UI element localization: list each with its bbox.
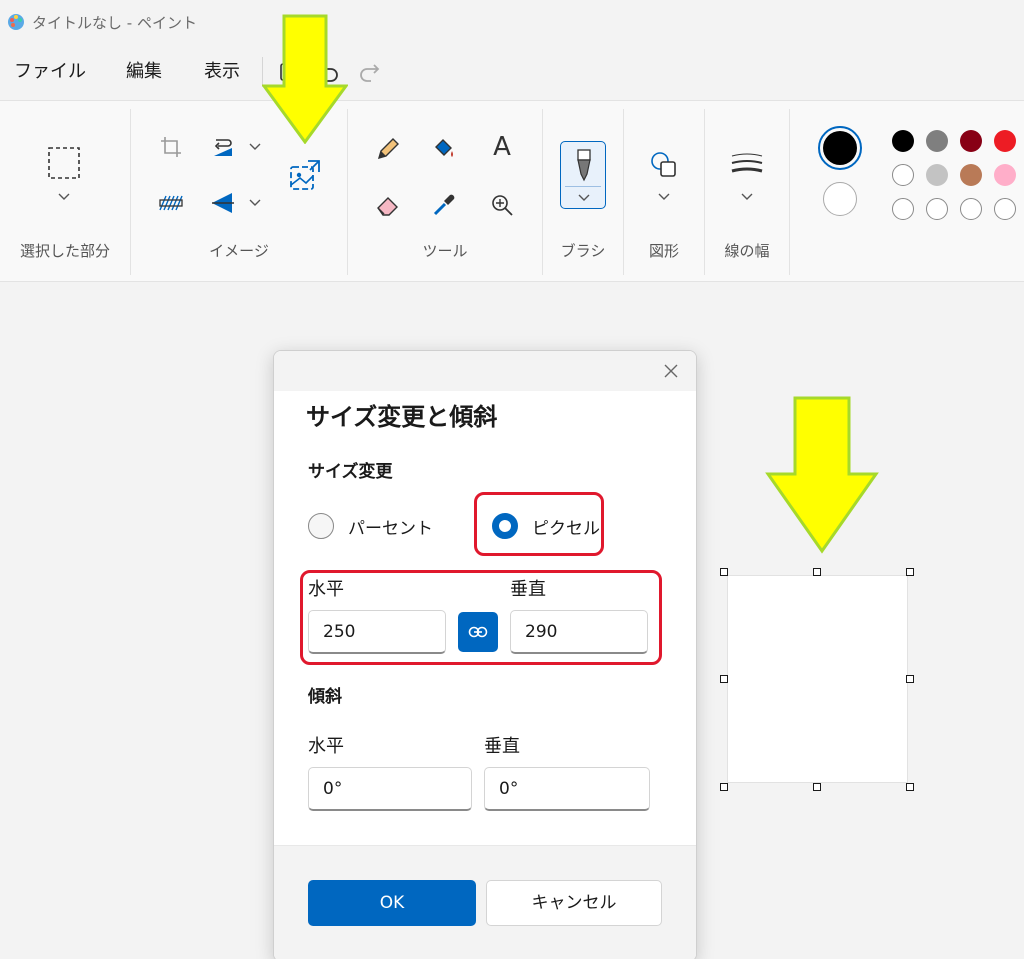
- paint-app-icon: [8, 14, 24, 30]
- resize-handle[interactable]: [720, 568, 728, 576]
- menu-bar: ファイル 編集 表示: [0, 44, 1024, 100]
- dialog-titlebar: [274, 351, 696, 391]
- chevron-down-icon[interactable]: [741, 193, 753, 201]
- color-swatch[interactable]: [892, 164, 914, 186]
- color-swatch[interactable]: [994, 198, 1016, 220]
- color-swatch[interactable]: [892, 198, 914, 220]
- select-all-icon[interactable]: [151, 183, 191, 223]
- shapes-icon[interactable]: [644, 145, 684, 185]
- primary-color-selector[interactable]: [818, 126, 862, 170]
- chevron-down-icon[interactable]: [58, 193, 70, 201]
- text-tool-glyph: A: [493, 132, 511, 162]
- dialog-title: サイズ変更と傾斜: [306, 403, 498, 431]
- percent-radio[interactable]: [308, 513, 334, 539]
- selection-group-label: 選択した部分: [19, 242, 110, 260]
- resize-handle[interactable]: [720, 783, 728, 791]
- color-swatch[interactable]: [960, 130, 982, 152]
- dialog-footer: OK キャンセル: [274, 845, 696, 959]
- color-swatch[interactable]: [960, 164, 982, 186]
- line-width-group-label: 線の幅: [724, 242, 770, 260]
- resize-handle[interactable]: [813, 568, 821, 576]
- color-picker-icon[interactable]: [424, 185, 464, 225]
- select-rectangle-icon[interactable]: [44, 143, 84, 183]
- tools-group-label: ツール: [422, 242, 468, 260]
- chevron-down-icon[interactable]: [658, 193, 670, 201]
- yellow-arrow-icon: [765, 396, 879, 554]
- color-swatch[interactable]: [926, 164, 948, 186]
- pencil-icon[interactable]: [368, 129, 408, 169]
- skew-vertical-label: 垂直: [484, 736, 520, 757]
- resize-section-label: サイズ変更: [308, 462, 393, 482]
- resize-rotate-icon[interactable]: [203, 127, 243, 167]
- skew-section-label: 傾斜: [308, 687, 342, 707]
- image-group-label: イメージ: [209, 242, 269, 260]
- resize-handle[interactable]: [906, 783, 914, 791]
- skew-horizontal-label: 水平: [308, 736, 344, 757]
- color-swatch[interactable]: [892, 130, 914, 152]
- pixel-highlight-box: [474, 492, 604, 556]
- percent-radio-option[interactable]: パーセント: [308, 513, 433, 539]
- paint-canvas[interactable]: [727, 575, 908, 783]
- chevron-down-icon[interactable]: [249, 143, 261, 151]
- ok-button[interactable]: OK: [308, 880, 476, 926]
- crop-icon[interactable]: [151, 127, 191, 167]
- selection-group: 選択した部分: [0, 101, 130, 283]
- title-bar: タイトルなし - ペイント: [0, 0, 1024, 44]
- secondary-color-selector[interactable]: [823, 182, 857, 216]
- skew-horizontal-input[interactable]: 0°: [308, 767, 472, 811]
- tools-group: A ツール: [348, 101, 542, 283]
- color-swatch[interactable]: [926, 198, 948, 220]
- brush-button[interactable]: [560, 141, 606, 209]
- resize-handle[interactable]: [906, 568, 914, 576]
- brushes-group-label: ブラシ: [560, 242, 606, 260]
- resize-handle[interactable]: [813, 783, 821, 791]
- line-width-group: 線の幅: [705, 101, 789, 283]
- window-title: タイトルなし - ペイント: [32, 13, 197, 32]
- shapes-group-label: 図形: [648, 242, 679, 260]
- cancel-button[interactable]: キャンセル: [486, 880, 662, 926]
- brushes-group: ブラシ: [543, 101, 623, 283]
- resize-handle[interactable]: [906, 675, 914, 683]
- color-swatch[interactable]: [994, 130, 1016, 152]
- ribbon-toolbar: 選択した部分 イメージ A ツール ブラシ 図形 線の幅: [0, 100, 1024, 282]
- resize-handle[interactable]: [720, 675, 728, 683]
- shapes-group: 図形: [624, 101, 704, 283]
- brush-icon: [577, 149, 591, 182]
- close-icon[interactable]: [660, 360, 682, 382]
- size-fields-highlight-box: [300, 570, 662, 665]
- text-icon[interactable]: A: [482, 127, 522, 167]
- resize-skew-icon[interactable]: [285, 155, 325, 195]
- menu-edit[interactable]: 編集: [112, 44, 176, 100]
- menu-view[interactable]: 表示: [190, 44, 254, 100]
- color-swatch[interactable]: [960, 198, 982, 220]
- line-width-icon[interactable]: [727, 145, 767, 185]
- eraser-icon[interactable]: [368, 185, 408, 225]
- chevron-down-icon[interactable]: [249, 199, 261, 207]
- percent-label: パーセント: [348, 518, 433, 539]
- fill-bucket-icon[interactable]: [424, 129, 464, 169]
- chevron-down-icon[interactable]: [578, 194, 590, 202]
- color-swatch[interactable]: [994, 164, 1016, 186]
- flip-icon[interactable]: [203, 183, 243, 223]
- color-swatch[interactable]: [926, 130, 948, 152]
- redo-icon[interactable]: [349, 52, 389, 92]
- magnifier-icon[interactable]: [482, 185, 522, 225]
- menu-file[interactable]: ファイル: [0, 44, 100, 100]
- skew-vertical-input[interactable]: 0°: [484, 767, 650, 811]
- yellow-arrow-icon: [262, 14, 348, 144]
- colors-group: [790, 101, 1024, 283]
